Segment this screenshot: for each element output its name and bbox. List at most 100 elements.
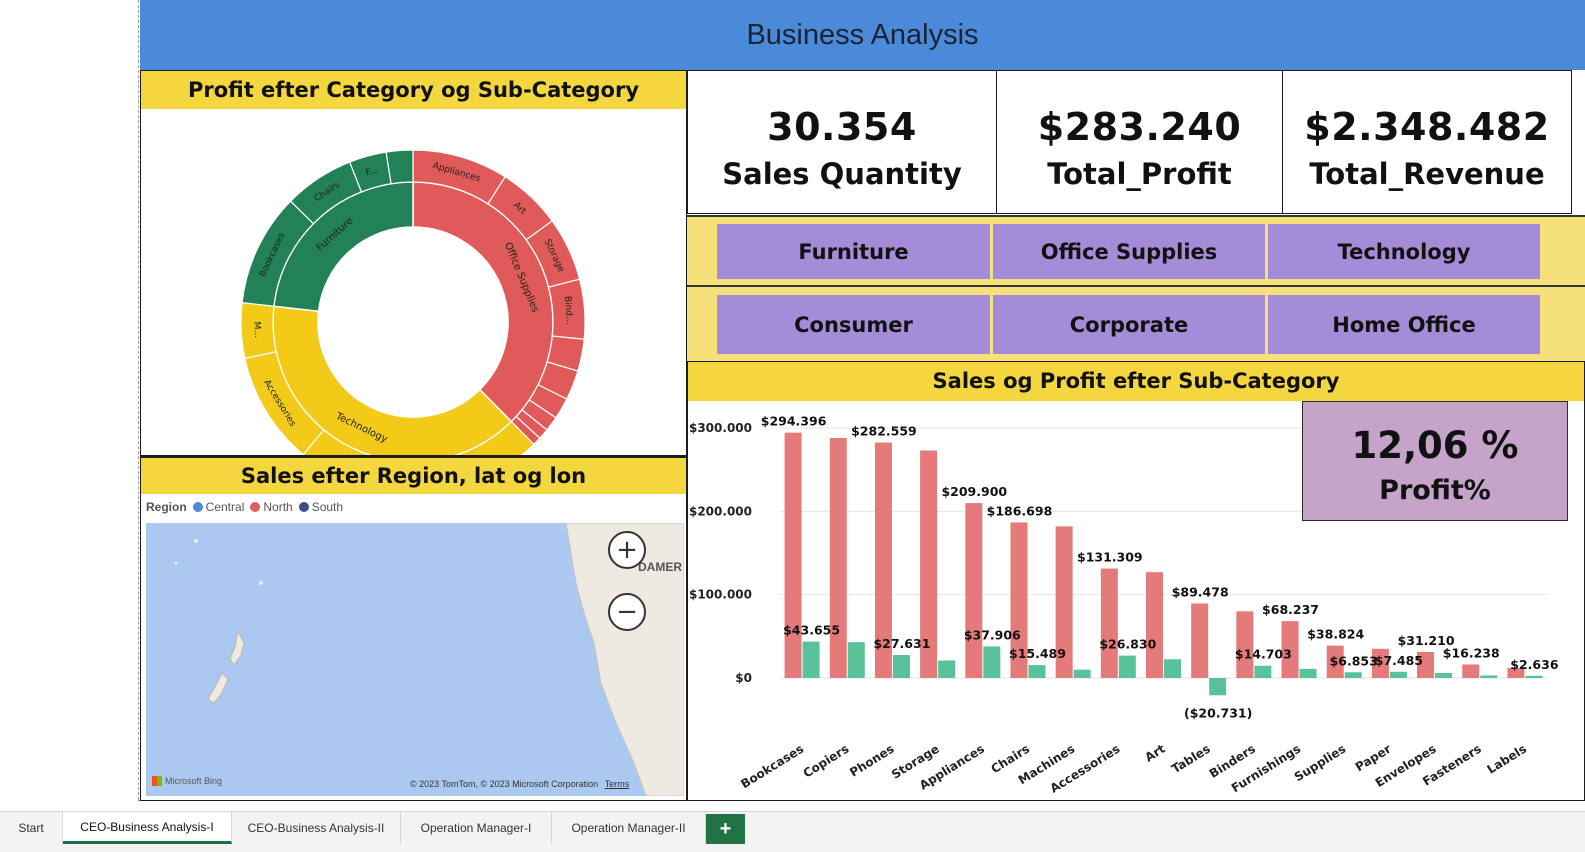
tab-start[interactable]: Start <box>0 812 63 844</box>
microsoft-logo-icon <box>152 776 162 786</box>
kpi-label: Total_Profit <box>1047 157 1232 191</box>
tab-ceo-business-analysis-ii[interactable]: CEO-Business Analysis-II <box>232 812 401 844</box>
bar-sales[interactable] <box>1191 603 1209 678</box>
y-tick-label: $300.000 <box>689 421 752 435</box>
data-label: $68.237 <box>1262 602 1319 617</box>
legend-swatch <box>192 502 203 512</box>
tab-operation-manager-i[interactable]: Operation Manager-I <box>401 812 552 844</box>
bar-sales[interactable] <box>1146 572 1163 678</box>
bar-profit[interactable] <box>1435 673 1453 678</box>
bar-profit[interactable] <box>1299 668 1317 678</box>
tab-operation-manager-ii[interactable]: Operation Manager-II <box>552 812 706 844</box>
sunburst-panel[interactable]: Profit efter Category og Sub-Category Of… <box>140 70 687 495</box>
data-label: $7.485 <box>1375 653 1423 668</box>
slicer-corporate[interactable]: Corporate <box>993 295 1265 354</box>
sunburst-chart[interactable]: Office SuppliesTechnologyFurnitureApplia… <box>141 109 686 495</box>
data-label: $16.238 <box>1443 645 1500 660</box>
data-label: $6.853 <box>1330 653 1378 668</box>
map-legend: Region Central North South <box>146 500 343 514</box>
bar-profit[interactable] <box>892 654 910 678</box>
bar-sales[interactable] <box>784 432 802 678</box>
zoom-in-button[interactable]: + <box>608 531 646 569</box>
bing-logo-text: Microsoft Bing <box>165 776 223 786</box>
terms-link[interactable]: Terms <box>605 779 630 789</box>
bar-profit[interactable] <box>1389 671 1407 678</box>
x-tick-label: Copiers <box>801 742 852 781</box>
legend-item-central[interactable]: Central <box>192 500 244 514</box>
data-label: $186.698 <box>987 503 1053 518</box>
slicer-furniture[interactable]: Furniture <box>717 224 990 279</box>
bar-sales[interactable] <box>829 438 847 678</box>
data-label: ($20.731) <box>1184 705 1252 720</box>
kpi-value: 30.354 <box>767 105 917 149</box>
bar-profit[interactable] <box>1344 672 1362 678</box>
x-tick-label: Tables <box>1169 742 1213 777</box>
bar-chart-title: Sales og Profit efter Sub-Category <box>688 362 1584 401</box>
bar-profit[interactable] <box>938 660 956 679</box>
bar-profit[interactable] <box>1118 655 1136 678</box>
legend-title: Region <box>146 500 187 514</box>
map-land-shapes <box>174 523 684 796</box>
bar-profit[interactable] <box>847 642 865 678</box>
legend-item-south[interactable]: South <box>298 500 343 514</box>
kpi-label: Sales Quantity <box>722 157 962 191</box>
bar-profit[interactable] <box>1028 665 1046 678</box>
slicer-technology[interactable]: Technology <box>1268 224 1540 279</box>
data-label: $2.636 <box>1510 657 1559 672</box>
map-title: Sales efter Region, lat og lon <box>141 458 686 494</box>
kpi-total-profit: $283.240 Total_Profit <box>996 70 1283 214</box>
data-label: $43.655 <box>783 623 840 638</box>
x-tick-label: Phones <box>847 742 896 780</box>
bar-profit[interactable] <box>1164 659 1181 678</box>
map-view[interactable]: DAMER + − Microsoft Bing © 2023 TomTom, … <box>146 523 684 796</box>
bar-profit[interactable] <box>983 646 1001 678</box>
bar-profit[interactable] <box>1073 669 1091 678</box>
x-tick-label: Bookcases <box>738 742 806 792</box>
y-tick-label: $0 <box>735 671 752 685</box>
map-region-label: DAMER <box>638 560 682 574</box>
bar-sales[interactable] <box>965 503 983 678</box>
profit-percent-label: Profit% <box>1379 475 1491 506</box>
data-label: $294.396 <box>761 414 827 429</box>
tab-ceo-business-analysis-i[interactable]: CEO-Business Analysis-I <box>63 812 232 844</box>
copyright-text: © 2023 TomTom, © 2023 Microsoft Corporat… <box>410 779 599 789</box>
slicer-home-office[interactable]: Home Office <box>1268 295 1540 354</box>
sunburst-outer-label: M... <box>251 321 262 338</box>
slicer-office-supplies[interactable]: Office Supplies <box>993 224 1265 279</box>
report-left-border <box>138 0 139 800</box>
data-label: $38.824 <box>1307 627 1364 642</box>
bar-profit[interactable] <box>1480 675 1498 679</box>
data-label: $89.478 <box>1172 584 1229 599</box>
kpi-value: $2.348.482 <box>1304 105 1550 149</box>
slicer-consumer[interactable]: Consumer <box>717 295 990 354</box>
x-tick-label: Labels <box>1484 742 1529 777</box>
bar-profit[interactable] <box>1209 678 1227 696</box>
data-label: $37.906 <box>964 627 1021 642</box>
dashboard-canvas: Business Analysis Profit efter Category … <box>0 0 1585 852</box>
zoom-out-button[interactable]: − <box>608 593 646 631</box>
data-label: $209.900 <box>941 484 1007 499</box>
profit-percent-value: 12,06 % <box>1351 424 1519 467</box>
bar-sales[interactable] <box>1236 611 1254 678</box>
kpi-label: Total_Revenue <box>1309 157 1545 191</box>
bar-profit[interactable] <box>1525 675 1543 678</box>
sunburst-outer-segment[interactable] <box>385 149 414 185</box>
data-label: $131.309 <box>1077 550 1143 565</box>
y-tick-label: $200.000 <box>689 504 752 518</box>
map-copyright: © 2023 TomTom, © 2023 Microsoft Corporat… <box>410 779 629 789</box>
bar-sales[interactable] <box>1462 664 1480 678</box>
data-label: $15.489 <box>1009 646 1066 661</box>
kpi-total-revenue: $2.348.482 Total_Revenue <box>1282 70 1572 214</box>
legend-swatch <box>250 502 261 512</box>
data-label: $14.703 <box>1235 647 1292 662</box>
bar-profit[interactable] <box>1254 665 1272 678</box>
add-sheet-button[interactable]: + <box>706 814 745 844</box>
bar-sales[interactable] <box>1100 568 1118 678</box>
bar-profit[interactable] <box>802 641 820 678</box>
legend-item-north[interactable]: North <box>250 500 293 514</box>
sheet-tab-bar: Start CEO-Business Analysis-I CEO-Busine… <box>0 811 1585 852</box>
data-label: $282.559 <box>851 424 917 439</box>
kpi-value: $283.240 <box>1037 105 1242 149</box>
sunburst-title: Profit efter Category og Sub-Category <box>141 71 686 109</box>
data-label: $27.631 <box>873 636 930 651</box>
